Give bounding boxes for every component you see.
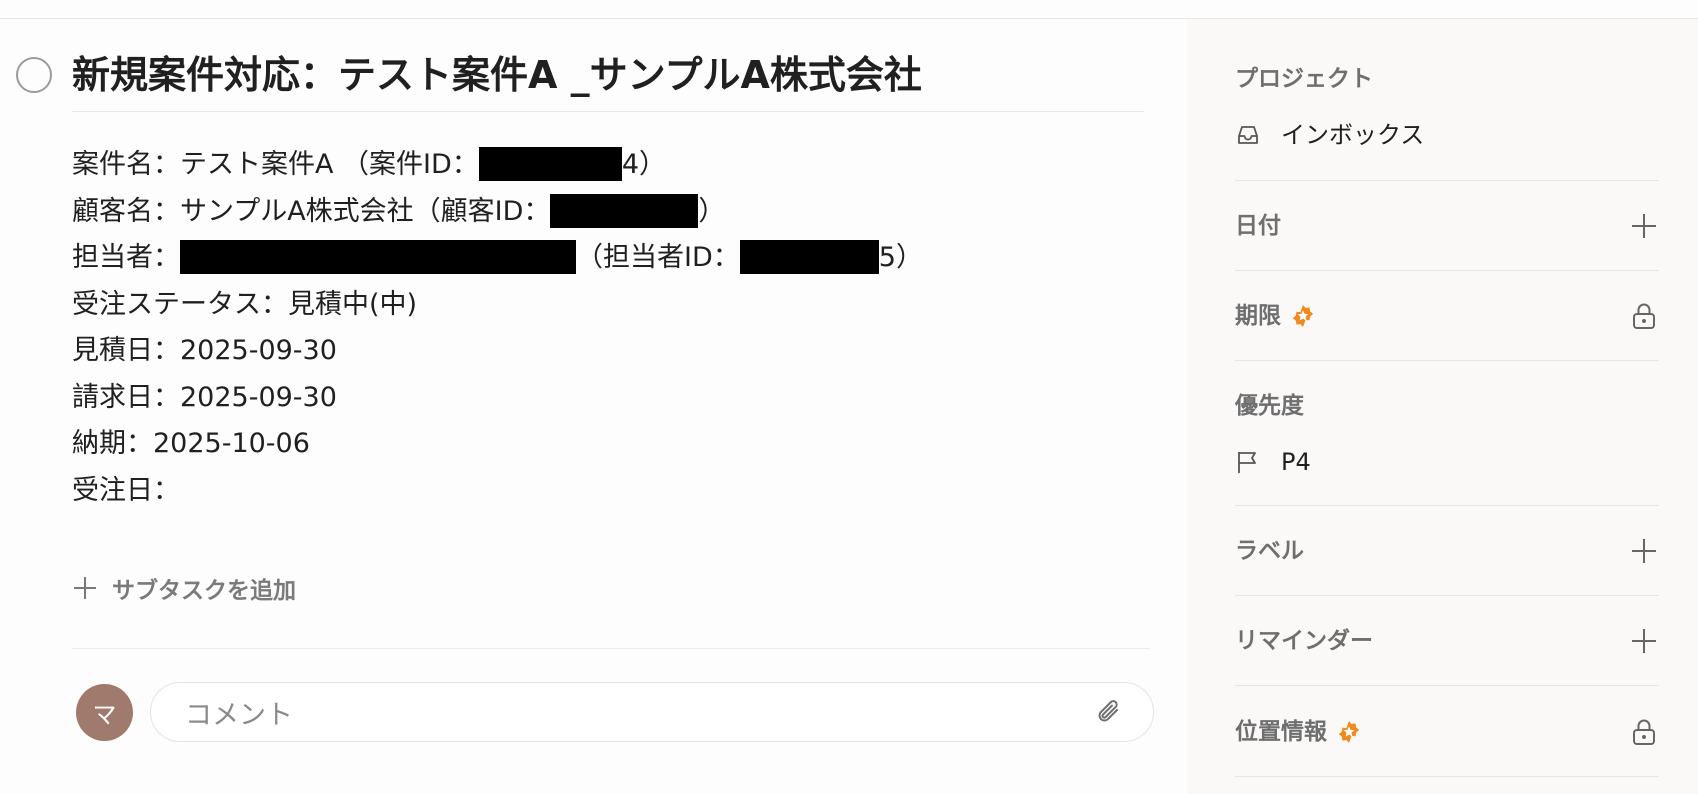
location-section[interactable]: 位置情報 — [1235, 717, 1659, 747]
location-label: 位置情報 — [1235, 719, 1327, 745]
description-text: 顧客名：サンプルA株式会社（顧客ID： — [72, 195, 551, 227]
priority-label: 優先度 — [1235, 393, 1304, 419]
comment-divider — [72, 648, 1150, 649]
description-line: 顧客名：サンプルA株式会社（顧客ID： ） — [72, 189, 923, 236]
divider — [1235, 595, 1659, 596]
description-text: 5） — [878, 242, 923, 273]
date-section[interactable]: 日付 — [1235, 211, 1659, 241]
labels-label: ラベル — [1235, 538, 1304, 564]
task-title[interactable]: 新規案件対応：テスト案件A _サンプルA株式会社 — [72, 47, 1144, 103]
plus-icon[interactable] — [1629, 536, 1659, 566]
description-line: 請求日：2025-09-30 — [72, 381, 337, 413]
description-line: 受注日： — [72, 474, 180, 506]
description-text: ） — [698, 195, 726, 227]
lock-icon — [1633, 719, 1655, 745]
description-line: 見積日：2025-09-30 — [72, 335, 337, 366]
redaction-bar — [180, 240, 576, 274]
plus-icon — [74, 577, 96, 599]
date-label: 日付 — [1235, 213, 1281, 239]
description-line: 受注ステータス：見積中(中) — [72, 288, 418, 320]
deadline-label: 期限 — [1235, 303, 1281, 329]
reminder-section[interactable]: リマインダー — [1235, 626, 1659, 656]
pro-badge-icon — [1292, 305, 1314, 327]
avatar[interactable]: マ — [76, 684, 133, 741]
priority-value: P4 — [1281, 448, 1311, 476]
project-section: プロジェクト — [1235, 64, 1659, 94]
divider — [1235, 776, 1659, 777]
comment-placeholder: コメント — [185, 699, 293, 731]
inbox-icon — [1238, 126, 1258, 144]
description-text: 案件名：テスト案件A （案件ID： — [72, 149, 479, 180]
title-divider — [72, 111, 1144, 112]
description-line: 納期：2025-10-06 — [72, 428, 310, 459]
plus-icon[interactable] — [1629, 211, 1659, 241]
reminder-label: リマインダー — [1235, 628, 1373, 654]
description-text: （担当者ID： — [576, 242, 740, 273]
divider — [1235, 505, 1659, 506]
task-description[interactable]: 案件名：テスト案件A （案件ID： 4） 顧客名：サンプルA株式会社（顧客ID： ）… — [72, 142, 923, 514]
deadline-section[interactable]: 期限 — [1235, 301, 1659, 331]
redaction-bar — [739, 240, 879, 274]
labels-section[interactable]: ラベル — [1235, 536, 1659, 566]
flag-icon — [1238, 452, 1256, 473]
priority-selector[interactable]: P4 — [1235, 447, 1659, 477]
comment-input[interactable]: コメント — [150, 682, 1154, 742]
add-subtask-button[interactable]: サブタスクを追加 — [72, 570, 296, 606]
lock-icon — [1633, 303, 1655, 329]
divider — [1235, 270, 1659, 271]
add-subtask-label: サブタスクを追加 — [112, 578, 296, 604]
redaction-bar — [550, 193, 699, 228]
divider — [1235, 685, 1659, 686]
divider — [1235, 360, 1659, 361]
priority-section: 優先度 — [1235, 391, 1659, 421]
pro-badge-icon — [1338, 721, 1360, 743]
paperclip-icon[interactable] — [1093, 696, 1125, 728]
task-complete-checkbox[interactable] — [16, 57, 52, 93]
description-text: 4） — [621, 149, 666, 180]
description-line: 案件名：テスト案件A （案件ID： 4） — [72, 142, 923, 189]
project-selector[interactable]: インボックス — [1235, 120, 1659, 150]
redaction-bar — [478, 147, 622, 181]
plus-icon[interactable] — [1629, 626, 1659, 656]
project-label: プロジェクト — [1235, 66, 1373, 92]
divider — [1235, 180, 1659, 181]
description-line: 担当者： （担当者ID： 5） — [72, 235, 923, 282]
project-value: インボックス — [1281, 121, 1425, 149]
description-text: 担当者： — [72, 242, 180, 273]
